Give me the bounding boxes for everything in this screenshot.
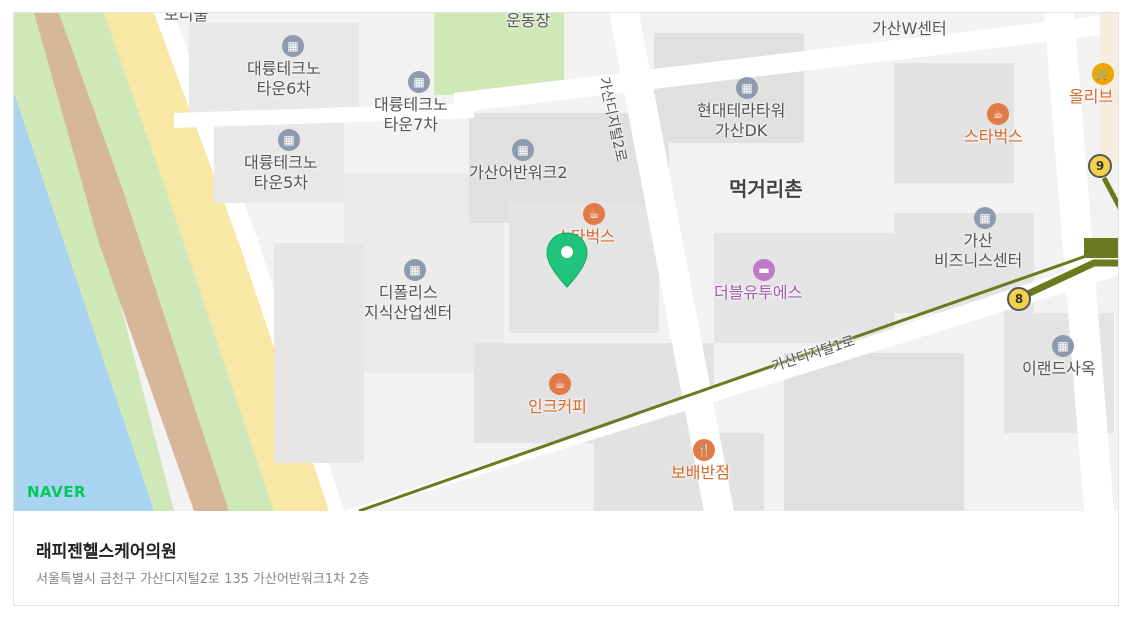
building-icon: ▦	[512, 139, 534, 161]
poi-label-gasan-w[interactable]: 가산W센터	[872, 19, 947, 39]
building-icon: ▦	[404, 259, 426, 281]
building-icon: ▦	[278, 129, 300, 151]
poi-label-daeryung5[interactable]: 대륭테크노 타운5차	[244, 153, 318, 193]
place-info: 래피젠헬스케어의원 서울특별시 금천구 가산디지털2로 135 가산어반워크1차…	[14, 511, 1118, 605]
hotel-icon: ▬	[753, 259, 775, 281]
poi-label-gasan-biz[interactable]: 가산 비즈니스센터	[934, 231, 1022, 271]
shopping-icon: 🛒	[1092, 63, 1114, 85]
cafe-icon: ☕	[583, 203, 605, 225]
map-view[interactable]: 보디물 운동장 ▦ 대륭테크노 타운6차 ▦ 대륭테크노 타운7차 ▦ 대륭테크…	[14, 13, 1118, 511]
poi-label-bobae[interactable]: 보배반점	[671, 463, 730, 483]
building-icon: ▦	[974, 207, 996, 229]
poi-label-starbucks-2[interactable]: 스타벅스	[964, 127, 1023, 147]
area-label-meokgeori: 먹거리촌	[729, 177, 803, 201]
poi-label-inkcoffee[interactable]: 인크커피	[528, 397, 587, 417]
subway-line-8-station[interactable]: 8	[1007, 287, 1031, 311]
naver-logo: NAVER	[27, 483, 87, 501]
poi-label-top-cut: 보디물	[164, 13, 209, 24]
poi-label-olive[interactable]: 올리브	[1069, 87, 1113, 107]
poi-label-dpolis[interactable]: 디폴리스 지식산업센터	[364, 283, 452, 323]
map-card[interactable]: 보디물 운동장 ▦ 대륭테크노 타운6차 ▦ 대륭테크노 타운7차 ▦ 대륭테크…	[13, 12, 1119, 606]
poi-label-hyundai-terra[interactable]: 현대테라타워 가산DK	[697, 101, 785, 141]
poi-label-daeryung7[interactable]: 대륭테크노 타운7차	[374, 95, 448, 135]
building-icon: ▦	[408, 71, 430, 93]
subway-line-9-station[interactable]: 9	[1088, 154, 1112, 178]
building-icon: ▦	[1052, 335, 1074, 357]
cafe-icon: ☕	[987, 103, 1009, 125]
poi-label-gasan-avenue2[interactable]: 가산어반워크2	[469, 163, 568, 183]
poi-label-double-u[interactable]: 더블유투에스	[714, 283, 802, 303]
building-icon: ▦	[736, 77, 758, 99]
poi-label-stadium: 운동장	[506, 13, 551, 30]
cafe-icon: ☕	[549, 373, 571, 395]
place-address: 서울특별시 금천구 가산디지털2로 135 가산어반워크1차 2층	[36, 572, 370, 587]
poi-label-erand[interactable]: 이랜드사옥	[1022, 359, 1096, 379]
poi-label-daeryung6[interactable]: 대륭테크노 타운6차	[247, 59, 321, 99]
place-name[interactable]: 래피젠헬스케어의원	[36, 537, 177, 562]
building-icon: ▦	[282, 35, 304, 57]
restaurant-icon: 🍴	[693, 439, 715, 461]
